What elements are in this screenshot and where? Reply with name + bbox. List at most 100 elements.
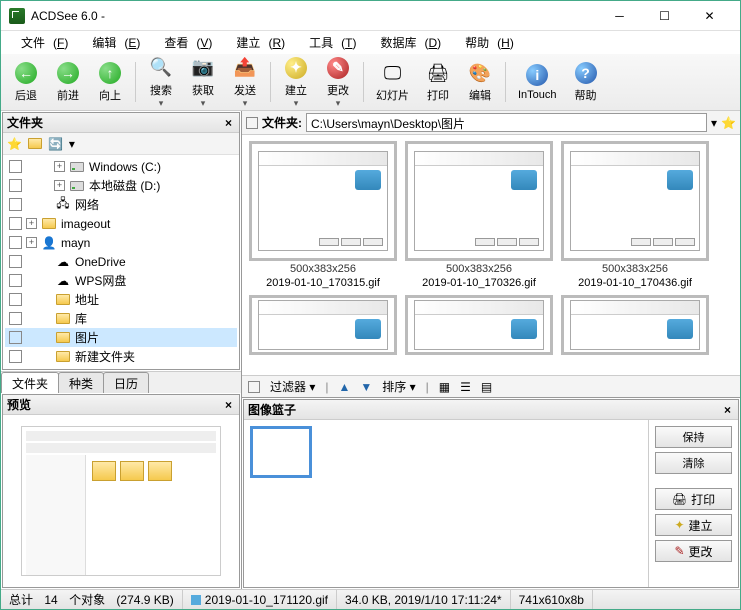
basket-thumbs[interactable]: [244, 420, 648, 587]
thumbnail-item[interactable]: [404, 295, 554, 355]
tree-checkbox[interactable]: [9, 236, 22, 249]
view-list-icon[interactable]: ☰: [460, 380, 471, 394]
basket-item[interactable]: [250, 426, 312, 478]
tree-checkbox[interactable]: [9, 274, 22, 287]
maximize-button[interactable]: ☐: [642, 2, 687, 30]
tree-checkbox[interactable]: [9, 331, 22, 344]
refresh-icon[interactable]: 🔄: [48, 137, 63, 151]
up-button[interactable]: ↑向上: [89, 59, 131, 105]
tree-item[interactable]: +👤mayn: [5, 233, 237, 252]
thumbnail-area[interactable]: 500x383x256 2019-01-10_170315.gif 500x38…: [242, 135, 740, 375]
menu-file[interactable]: 文件(F): [5, 32, 76, 53]
sort-button[interactable]: 排序 ▾: [382, 378, 415, 395]
slideshow-button[interactable]: 🖵幻灯片: [368, 59, 417, 105]
preview-image: [3, 415, 239, 587]
forward-button[interactable]: →前进: [47, 59, 89, 105]
filter-checkbox[interactable]: [248, 381, 260, 393]
tree-checkbox[interactable]: [9, 312, 22, 325]
basket-close-icon[interactable]: ×: [721, 403, 734, 417]
tree-item[interactable]: 🖧网络: [5, 195, 237, 214]
preview-close-icon[interactable]: ×: [222, 398, 235, 412]
basket-create-button[interactable]: ✦建立: [655, 514, 732, 536]
path-fav-icon[interactable]: ⭐: [721, 116, 736, 130]
print-button[interactable]: 🖨打印: [417, 59, 459, 105]
thumbnail-item[interactable]: 500x383x256 2019-01-10_170436.gif: [560, 141, 710, 289]
path-input[interactable]: C:\Users\mayn\Desktop\图片: [306, 113, 707, 132]
expand-icon[interactable]: +: [54, 180, 65, 191]
create-button[interactable]: ✦建立: [275, 54, 317, 111]
filter-bar: 过滤器 ▾ | ▲ ▼ 排序 ▾ | ▦ ☰ ▤: [242, 375, 740, 397]
tree-checkbox[interactable]: [9, 179, 22, 192]
sort-desc-icon[interactable]: ▼: [360, 380, 372, 394]
path-checkbox[interactable]: [246, 117, 258, 129]
tree-label: 地址: [75, 291, 99, 308]
tab-calendar[interactable]: 日历: [103, 372, 149, 393]
help-button[interactable]: ?帮助: [565, 59, 607, 105]
menu-help[interactable]: 帮助(H): [449, 32, 522, 53]
thumbnail-item[interactable]: 500x383x256 2019-01-10_170315.gif: [248, 141, 398, 289]
tree-checkbox[interactable]: [9, 255, 22, 268]
tree-item[interactable]: ☁WPS网盘: [5, 271, 237, 290]
basket-clear-button[interactable]: 清除: [655, 452, 732, 474]
basket-hold-button[interactable]: 保持: [655, 426, 732, 448]
tree-checkbox[interactable]: [9, 217, 22, 230]
filter-button[interactable]: 过滤器 ▾: [270, 378, 315, 395]
tree-item[interactable]: 库: [5, 309, 237, 328]
modify-button[interactable]: ✎更改: [317, 54, 359, 111]
send-icon: 📤: [233, 56, 257, 80]
tree-item[interactable]: 地址: [5, 290, 237, 309]
tree-label: OneDrive: [75, 255, 126, 269]
basket-modify-button[interactable]: ✎更改: [655, 540, 732, 562]
menu-create[interactable]: 建立(R): [220, 32, 293, 53]
sort-asc-icon[interactable]: ▲: [339, 380, 351, 394]
tree-checkbox[interactable]: [9, 160, 22, 173]
tree-checkbox[interactable]: [9, 293, 22, 306]
expand-icon: [40, 256, 51, 267]
tree-item[interactable]: +imageout: [5, 214, 237, 233]
back-button[interactable]: ←后退: [5, 59, 47, 105]
print-icon: 🖨: [672, 492, 687, 506]
view-icons-icon[interactable]: ▦: [439, 380, 450, 394]
close-button[interactable]: ✕: [687, 2, 732, 30]
expand-icon[interactable]: +: [26, 218, 37, 229]
folder-tree[interactable]: +Windows (C:)+本地磁盘 (D:)🖧网络+imageout+👤may…: [3, 155, 239, 369]
menu-tools[interactable]: 工具(T): [293, 32, 364, 53]
expand-icon[interactable]: +: [26, 237, 37, 248]
tree-item[interactable]: +本地磁盘 (D:): [5, 176, 237, 195]
fav-icon[interactable]: ⭐: [7, 137, 22, 151]
tab-folders[interactable]: 文件夹: [1, 372, 59, 393]
acquire-button[interactable]: 📷获取: [182, 54, 224, 111]
intouch-button[interactable]: iInTouch: [510, 61, 565, 103]
send-button[interactable]: 📤发送: [224, 54, 266, 111]
thumbnail-item[interactable]: 500x383x256 2019-01-10_170326.gif: [404, 141, 554, 289]
tree-item[interactable]: 新建文件夹: [5, 347, 237, 366]
minimize-button[interactable]: ─: [597, 2, 642, 30]
tree-label: 库: [75, 310, 87, 327]
tree-checkbox[interactable]: [9, 198, 22, 211]
tab-categories[interactable]: 种类: [58, 372, 104, 393]
menu-edit[interactable]: 编辑(E): [76, 32, 148, 53]
left-tabs: 文件夹 种类 日历: [1, 371, 241, 393]
thumbnail-item[interactable]: [560, 295, 710, 355]
tree-item[interactable]: +Windows (C:): [5, 157, 237, 176]
path-dropdown-icon[interactable]: ▾: [711, 116, 717, 130]
cloud-icon: ☁: [55, 273, 71, 289]
tree-label: WPS网盘: [75, 272, 126, 289]
folders-close-icon[interactable]: ×: [222, 116, 235, 130]
home-icon[interactable]: [28, 138, 42, 149]
view-detail-icon[interactable]: ▤: [481, 380, 492, 394]
thumbnail-item[interactable]: [248, 295, 398, 355]
menu-view[interactable]: 查看(V): [148, 32, 220, 53]
tree-item[interactable]: ☁OneDrive: [5, 252, 237, 271]
tree-item[interactable]: 图片: [5, 328, 237, 347]
edit-button[interactable]: 🎨编辑: [459, 59, 501, 105]
menu-database[interactable]: 数据库(D): [364, 32, 449, 53]
options-icon[interactable]: ▾: [69, 137, 75, 151]
app-icon: [9, 8, 25, 24]
tree-label: mayn: [61, 236, 90, 250]
search-button[interactable]: 🔍搜索: [140, 54, 182, 111]
basket-print-button[interactable]: 🖨打印: [655, 488, 732, 510]
drive-icon: [69, 178, 85, 194]
tree-checkbox[interactable]: [9, 350, 22, 363]
expand-icon[interactable]: +: [54, 161, 65, 172]
